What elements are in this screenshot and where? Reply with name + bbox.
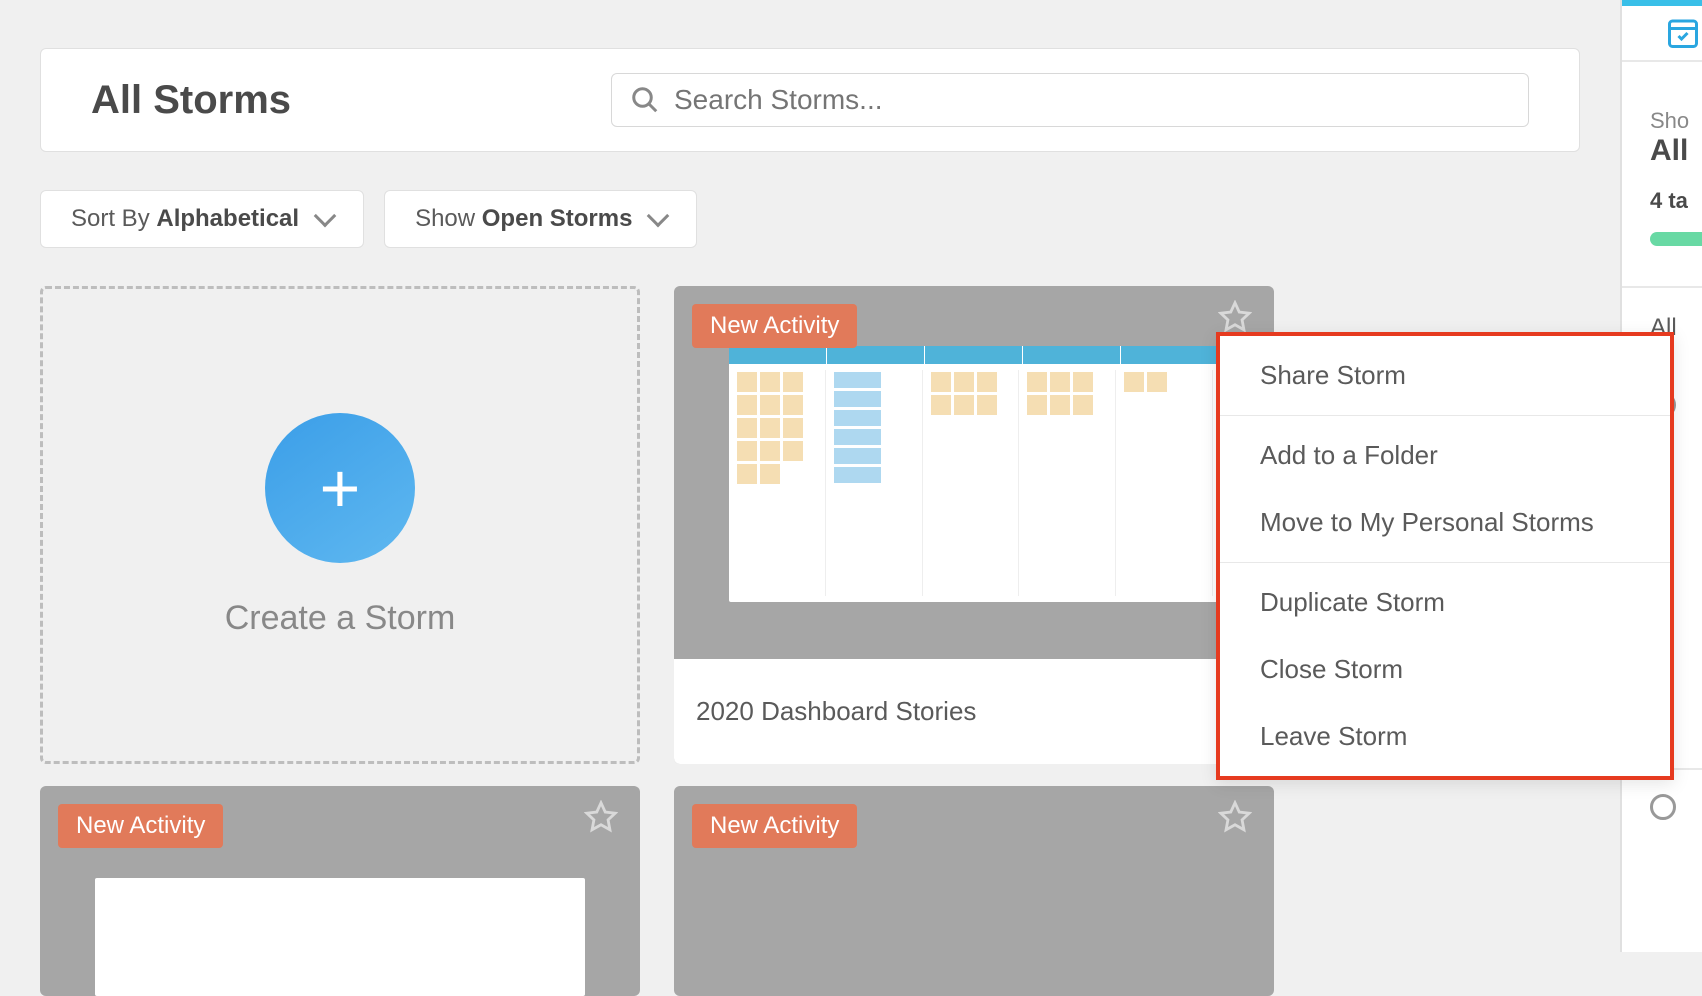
- search-input[interactable]: [674, 84, 1510, 116]
- menu-close-storm[interactable]: Close Storm: [1220, 636, 1670, 703]
- menu-move-personal[interactable]: Move to My Personal Storms: [1220, 489, 1670, 556]
- search-field[interactable]: [611, 73, 1529, 127]
- storm-preview: [729, 346, 1219, 602]
- chevron-down-icon: [647, 205, 670, 228]
- side-progress-bar: [1650, 232, 1702, 246]
- menu-duplicate-storm[interactable]: Duplicate Storm: [1220, 569, 1670, 636]
- new-activity-badge: New Activity: [58, 804, 223, 848]
- create-label: Create a Storm: [225, 599, 456, 638]
- show-label: Show: [415, 205, 482, 232]
- page-title: All Storms: [91, 78, 571, 123]
- storm-preview: [95, 878, 585, 996]
- storm-card[interactable]: New Activity: [674, 786, 1274, 996]
- storm-card[interactable]: New Activity: [40, 786, 640, 996]
- new-activity-badge: New Activity: [692, 804, 857, 848]
- sort-dropdown[interactable]: Sort By Alphabetical: [40, 190, 364, 248]
- favorite-star[interactable]: [1218, 800, 1252, 834]
- search-icon: [630, 85, 660, 115]
- favorite-star[interactable]: [584, 800, 618, 834]
- menu-leave-storm[interactable]: Leave Storm: [1220, 703, 1670, 770]
- storm-title: 2020 Dashboard Stories: [696, 696, 976, 727]
- show-dropdown[interactable]: Show Open Storms: [384, 190, 697, 248]
- sort-value: Alphabetical: [156, 205, 299, 232]
- menu-share-storm[interactable]: Share Storm: [1220, 342, 1670, 409]
- chevron-down-icon: [314, 205, 337, 228]
- side-showing-label: Sho: [1622, 108, 1702, 134]
- side-tasks-icon[interactable]: [1622, 6, 1702, 60]
- header-bar: All Storms: [40, 48, 1580, 152]
- menu-add-to-folder[interactable]: Add to a Folder: [1220, 422, 1670, 489]
- new-activity-badge: New Activity: [692, 304, 857, 348]
- favorite-star[interactable]: [1218, 300, 1252, 334]
- show-value: Open Storms: [482, 205, 633, 232]
- create-storm-card[interactable]: + Create a Storm: [40, 286, 640, 764]
- storm-card[interactable]: New Activity: [674, 286, 1274, 764]
- storm-context-menu: Share Storm Add to a Folder Move to My P…: [1216, 332, 1674, 780]
- sort-label: Sort By: [71, 205, 156, 232]
- plus-icon: +: [265, 413, 415, 563]
- side-filter-title: All: [1622, 134, 1702, 168]
- side-task-count: 4 ta: [1622, 188, 1702, 214]
